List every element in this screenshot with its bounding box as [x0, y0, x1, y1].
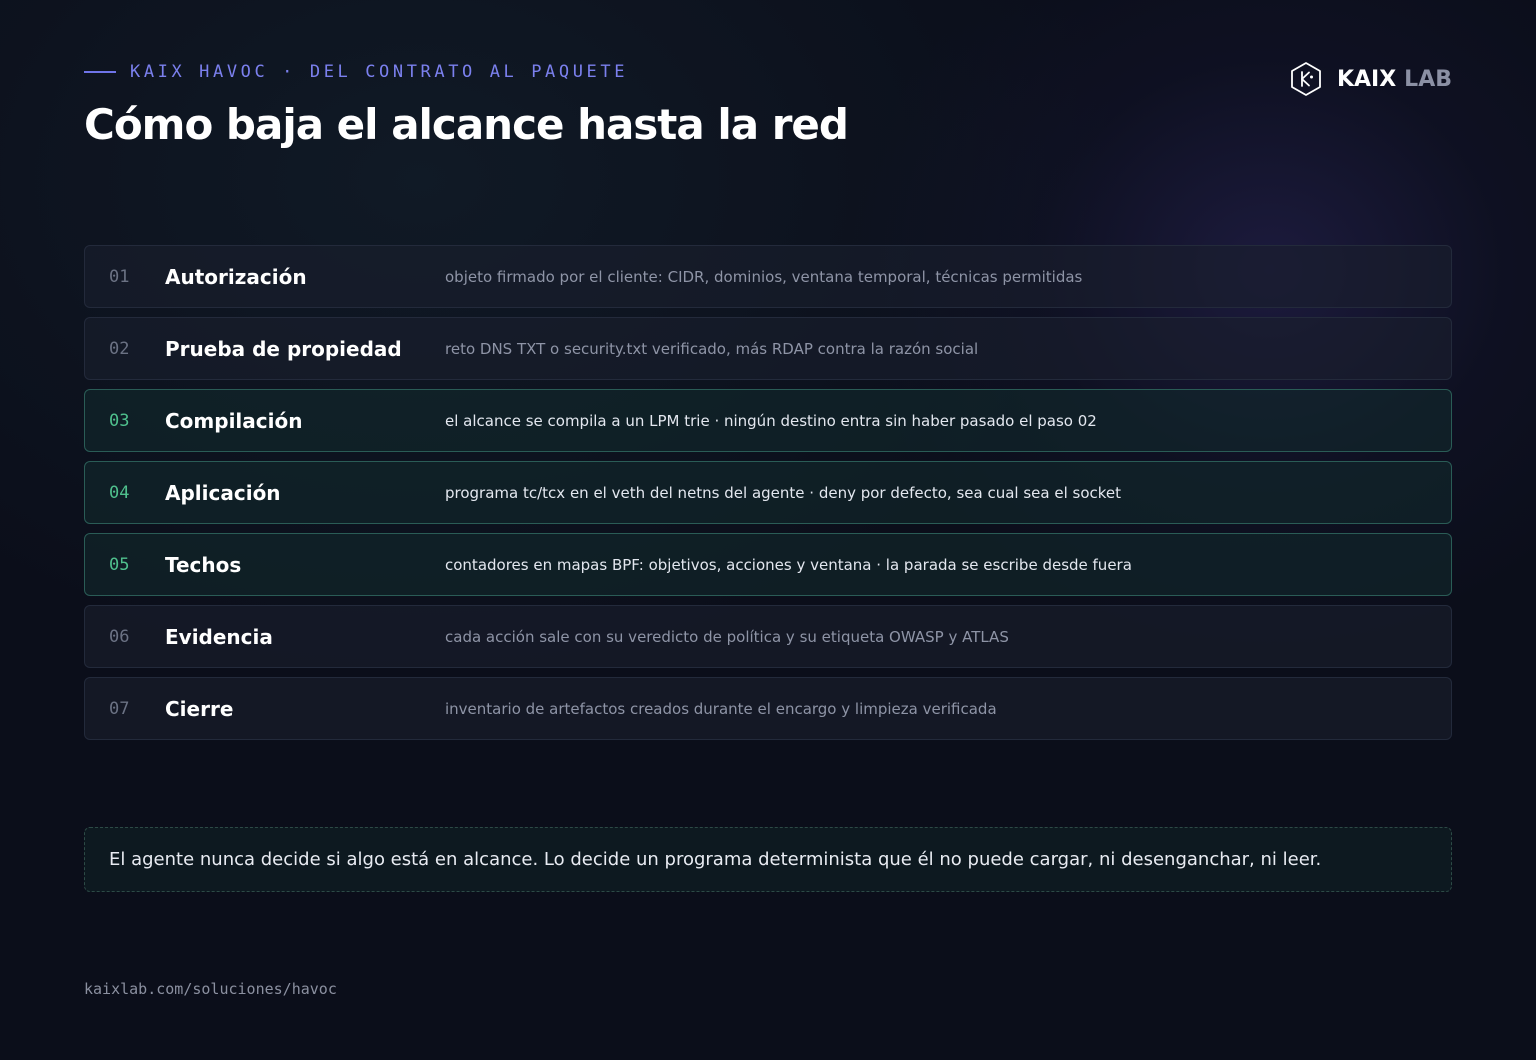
steps-list: 01 Autorización objeto firmado por el clie…: [84, 245, 1452, 749]
step-description: el alcance se compila a un LPM trie · ni…: [445, 411, 1097, 430]
step-row: 02 Prueba de propiedad reto DNS TXT o secu…: [84, 317, 1452, 380]
step-number: 02: [109, 338, 130, 359]
step-description: programa tc/tcx en el veth del netns del…: [445, 483, 1122, 502]
callout-box: El agente nunca decide si algo está en a…: [84, 827, 1452, 892]
step-number: 04: [109, 482, 130, 503]
step-row: 04 Aplicación programa tc/tcx en el veth d…: [84, 461, 1452, 524]
logo-word-kaix: KAIX: [1336, 66, 1397, 92]
step-row: 07 Cierre inventario de artefactos creados…: [84, 677, 1452, 740]
step-description: reto DNS TXT o security.txt verificado, …: [445, 339, 979, 358]
step-row: 01 Autorización objeto firmado por el clie…: [84, 245, 1452, 308]
step-title: Compilación: [165, 408, 303, 433]
callout-text: El agente nunca decide si algo está en a…: [109, 849, 1322, 870]
step-title: Aplicación: [165, 480, 281, 505]
step-number: 05: [109, 554, 130, 575]
step-description: objeto firmado por el cliente: CIDR, dom…: [445, 267, 1083, 286]
step-row: 03 Compilación el alcance se compila a un …: [84, 389, 1452, 452]
footer-url: kaixlab.com/soluciones/havoc: [84, 980, 337, 998]
logo-word-lab: LAB: [1404, 66, 1452, 92]
step-number: 07: [109, 698, 130, 719]
step-row: 05 Techos contadores en mapas BPF: objetiv…: [84, 533, 1452, 596]
step-number: 03: [109, 410, 130, 431]
step-description: cada acción sale con su veredicto de pol…: [445, 627, 1009, 646]
step-description: contadores en mapas BPF: objetivos, acci…: [445, 555, 1132, 574]
step-row: 06 Evidencia cada acción sale con su vered…: [84, 605, 1452, 668]
brand-logo: KAIX LAB: [1289, 61, 1452, 97]
step-title: Cierre: [165, 696, 234, 721]
step-title: Autorización: [165, 264, 307, 289]
kaix-hexagon-logo-icon: [1291, 62, 1321, 96]
step-title: Prueba de propiedad: [165, 336, 402, 361]
eyebrow: KAIX HAVOC · DEL CONTRATO AL PAQUETE: [84, 61, 628, 83]
eyebrow-text: KAIX HAVOC · DEL CONTRATO AL PAQUETE: [130, 62, 629, 82]
step-description: inventario de artefactos creados durante…: [445, 699, 997, 718]
step-number: 01: [109, 266, 130, 287]
step-title: Techos: [165, 552, 242, 577]
page-title: Cómo baja el alcance hasta la red: [84, 100, 849, 149]
step-number: 06: [109, 626, 130, 647]
eyebrow-line: [84, 71, 116, 73]
step-title: Evidencia: [165, 624, 273, 649]
